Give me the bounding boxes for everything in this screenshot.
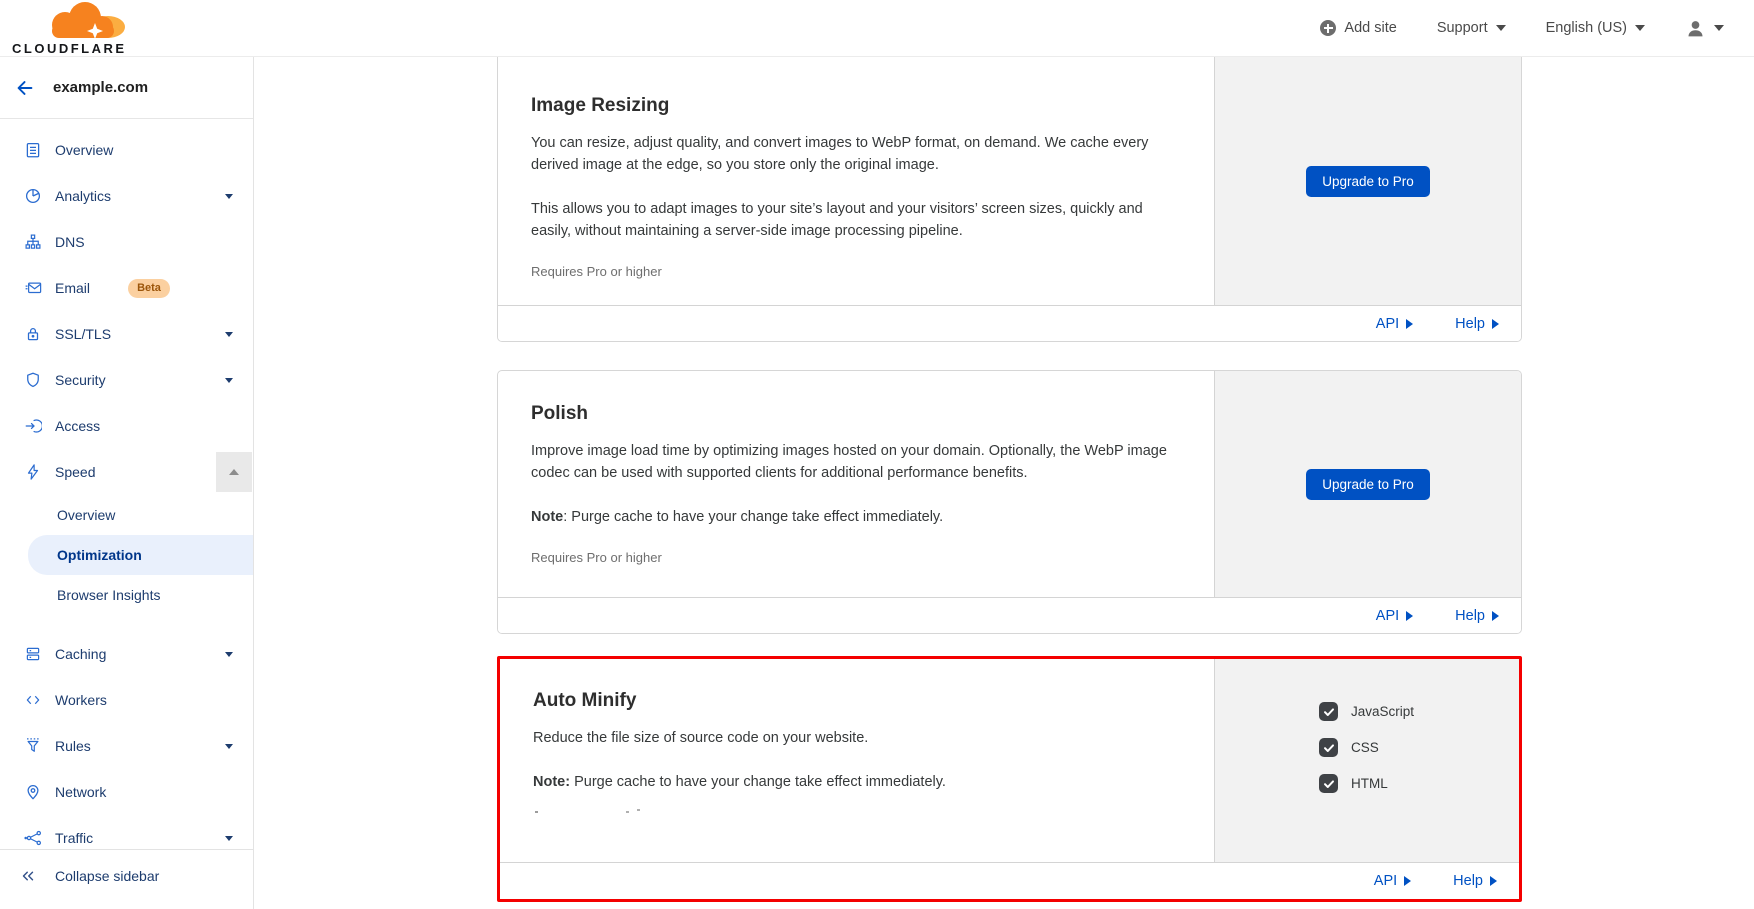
sidebar-subitem-speed-overview[interactable]: Overview [0, 495, 253, 535]
clipboard-icon [24, 141, 42, 159]
card-note: Note: Purge cache to have your change ta… [531, 506, 1181, 528]
auto-minify-option-html: HTML [1319, 774, 1388, 793]
sitemap-icon [24, 233, 42, 251]
sidebar-item-analytics[interactable]: Analytics [0, 173, 253, 219]
language-label: English (US) [1546, 20, 1627, 36]
help-link[interactable]: Help [1455, 316, 1499, 332]
sidebar-item-security[interactable]: Security [0, 357, 253, 403]
card-side-panel: Upgrade to Pro [1214, 57, 1521, 305]
support-menu[interactable]: Support [1437, 20, 1506, 36]
card-title: Auto Minify [533, 690, 1181, 712]
checkbox-checked-icon[interactable] [1319, 702, 1338, 721]
requirement-note: Requires Pro or higher [531, 264, 1181, 279]
chevron-down-icon [1496, 25, 1506, 31]
auto-minify-option-css: CSS [1319, 738, 1379, 757]
cloudflare-cloud-icon [38, 1, 130, 41]
chevron-down-icon [225, 652, 233, 657]
triangle-right-icon [1406, 611, 1413, 621]
triangle-right-icon [1490, 876, 1497, 886]
card-description: Reduce the file size of source code on y… [533, 727, 1181, 749]
lock-icon [24, 325, 42, 343]
sidebar-item-workers[interactable]: Workers [0, 677, 253, 723]
upgrade-to-pro-button[interactable]: Upgrade to Pro [1306, 469, 1430, 500]
beta-badge: Beta [128, 279, 170, 298]
chevron-down-icon [1714, 25, 1724, 31]
chevron-down-icon [225, 378, 233, 383]
email-icon [24, 279, 43, 297]
site-header: example.com [0, 57, 253, 119]
sidebar-divider [0, 849, 253, 850]
back-arrow-icon[interactable] [14, 77, 36, 99]
sidebar-subitem-speed-optimization[interactable]: Optimization [28, 535, 253, 575]
checkbox-checked-icon[interactable] [1319, 738, 1338, 757]
chevron-down-icon [225, 332, 233, 337]
sidebar-item-ssl-tls[interactable]: SSL/TLS [0, 311, 253, 357]
sidebar-scroll-up[interactable] [216, 452, 252, 492]
triangle-right-icon [1406, 319, 1413, 329]
upgrade-to-pro-button[interactable]: Upgrade to Pro [1306, 166, 1430, 197]
help-link[interactable]: Help [1453, 873, 1497, 889]
help-link[interactable]: Help [1455, 608, 1499, 624]
account-menu[interactable] [1685, 18, 1724, 39]
auto-minify-card-highlighted: Auto Minify Reduce the file size of sour… [497, 656, 1522, 902]
requirement-note: Requires Pro or higher [531, 550, 1181, 565]
sidebar-item-overview[interactable]: Overview [0, 127, 253, 173]
lightning-bolt-icon [24, 463, 42, 481]
site-name: example.com [53, 79, 148, 96]
sidebar-item-caching[interactable]: Caching [0, 631, 253, 677]
chevron-up-icon [229, 469, 239, 475]
add-site-label: Add site [1344, 20, 1396, 36]
triangle-right-icon [1492, 319, 1499, 329]
add-site-button[interactable]: Add site [1320, 20, 1396, 36]
support-label: Support [1437, 20, 1488, 36]
plus-circle-icon [1320, 20, 1336, 36]
login-arrow-icon [24, 417, 42, 435]
double-chevron-left-icon [19, 867, 37, 885]
triangle-right-icon [1404, 876, 1411, 886]
chevron-down-icon [225, 194, 233, 199]
card-title: Image Resizing [531, 95, 1181, 117]
sidebar: example.com Overview Analytics DNS Email… [0, 57, 254, 909]
chevron-down-icon [225, 744, 233, 749]
card-side-panel: Upgrade to Pro [1214, 371, 1521, 597]
code-brackets-icon [24, 691, 42, 709]
chevron-down-icon [225, 836, 233, 841]
sidebar-item-dns[interactable]: DNS [0, 219, 253, 265]
card-description: Improve image load time by optimizing im… [531, 440, 1181, 484]
card-title: Polish [531, 403, 1181, 425]
brand-wordmark: CLOUDFLARE [12, 42, 127, 55]
card-side-panel: JavaScript CSS HTML [1214, 659, 1519, 862]
card-note: Note: Purge cache to have your change ta… [533, 771, 1181, 793]
sidebar-subitem-speed-browser-insights[interactable]: Browser Insights [0, 575, 253, 615]
triangle-right-icon [1492, 611, 1499, 621]
location-pin-icon [24, 783, 42, 801]
shield-icon [24, 371, 42, 389]
card-description: You can resize, adjust quality, and conv… [531, 132, 1181, 176]
language-menu[interactable]: English (US) [1546, 20, 1645, 36]
card-description: This allows you to adapt images to your … [531, 198, 1181, 242]
checkbox-checked-icon[interactable] [1319, 774, 1338, 793]
user-icon [1685, 18, 1706, 39]
collapse-sidebar-button[interactable]: Collapse sidebar [0, 852, 253, 900]
sidebar-item-rules[interactable]: Rules [0, 723, 253, 769]
api-link[interactable]: API [1374, 873, 1411, 889]
server-stack-icon [24, 645, 42, 663]
image-resizing-card: Image Resizing You can resize, adjust qu… [497, 57, 1522, 342]
filter-funnel-icon [24, 737, 42, 755]
api-link[interactable]: API [1376, 608, 1413, 624]
sidebar-item-access[interactable]: Access [0, 403, 253, 449]
sidebar-item-network[interactable]: Network [0, 769, 253, 815]
branch-share-icon [24, 829, 43, 847]
chevron-down-icon [1635, 25, 1645, 31]
api-link[interactable]: API [1376, 316, 1413, 332]
pie-chart-icon [24, 187, 42, 205]
top-bar: CLOUDFLARE Add site Support English (US) [0, 0, 1754, 57]
polish-card: Polish Improve image load time by optimi… [497, 370, 1522, 634]
clipped-text-artifact [533, 809, 1181, 814]
cloudflare-logo[interactable]: CLOUDFLARE [12, 1, 130, 55]
sidebar-item-email[interactable]: Email Beta [0, 265, 253, 311]
auto-minify-option-javascript: JavaScript [1319, 702, 1414, 721]
